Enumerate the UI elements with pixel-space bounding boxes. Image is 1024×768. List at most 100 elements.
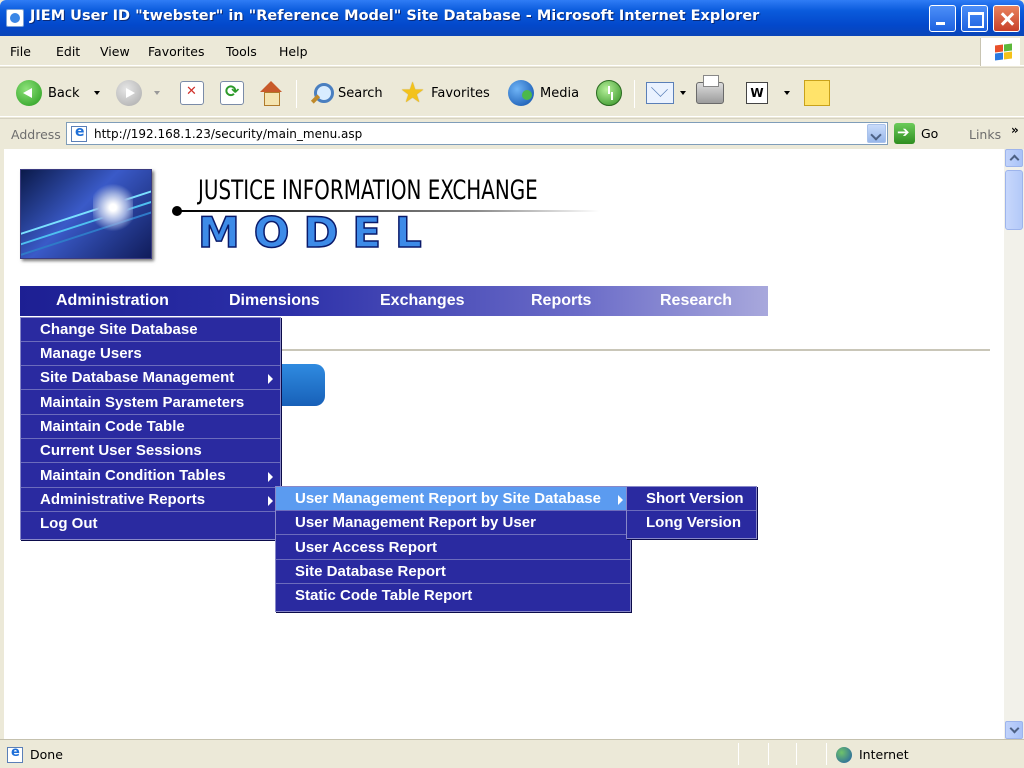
menu-file[interactable]: File — [10, 44, 31, 59]
status-text: Done — [30, 747, 63, 762]
scroll-down-button[interactable] — [1005, 721, 1023, 739]
menu-item-label: Static Code Table Report — [295, 587, 473, 604]
menu-static-code-table-report[interactable]: Static Code Table Report — [276, 584, 630, 608]
history-icon — [596, 80, 622, 106]
menu-maintain-code-table[interactable]: Maintain Code Table — [21, 415, 280, 439]
submenu-arrow-icon — [268, 496, 273, 506]
logo-image — [20, 169, 152, 259]
address-dropdown-icon[interactable] — [867, 124, 886, 143]
menu-item-label: Manage Users — [40, 345, 142, 362]
back-label: Back — [48, 85, 80, 101]
status-bar: Done Internet — [0, 739, 1024, 768]
menu-short-version[interactable]: Short Version — [627, 487, 756, 511]
back-dropdown-icon[interactable] — [93, 91, 100, 95]
menu-help[interactable]: Help — [279, 44, 308, 59]
menu-item-label: Change Site Database — [40, 321, 198, 338]
menu-item-label: Site Database Management — [40, 369, 235, 386]
menu-user-mgmt-report-by-site-db[interactable]: User Management Report by Site Database — [276, 487, 630, 511]
maximize-button[interactable] — [961, 5, 988, 32]
security-zone-text: Internet — [859, 747, 909, 762]
word-edit-icon: W — [746, 82, 768, 104]
menu-site-database-report[interactable]: Site Database Report — [276, 560, 630, 584]
main-nav: Administration Dimensions Exchanges Repo… — [20, 286, 768, 316]
internet-globe-icon — [836, 747, 852, 763]
forward-button[interactable] — [116, 78, 160, 108]
page-viewport: JUSTICE INFORMATION EXCHANGE MODEL Admin… — [4, 149, 1004, 739]
refresh-button[interactable] — [220, 78, 244, 108]
vertical-scrollbar[interactable] — [1004, 149, 1024, 739]
go-button[interactable]: Go — [894, 123, 938, 144]
nav-exchanges[interactable]: Exchanges — [380, 292, 464, 310]
windows-logo-icon — [980, 38, 1020, 66]
mail-dropdown-icon[interactable] — [680, 91, 686, 95]
nav-reports[interactable]: Reports — [531, 292, 591, 310]
submenu-arrow-icon — [268, 472, 273, 482]
forward-arrow-icon — [116, 80, 142, 106]
history-button[interactable] — [596, 78, 622, 108]
status-separator — [826, 743, 827, 765]
menu-site-database-management[interactable]: Site Database Management — [21, 366, 280, 390]
search-button[interactable]: Search — [308, 78, 383, 108]
edit-dropdown-icon[interactable] — [784, 91, 790, 95]
menu-item-label: User Management Report by User — [295, 514, 536, 531]
submenu-arrow-icon — [268, 374, 273, 384]
status-page-icon — [7, 745, 23, 763]
print-button[interactable] — [696, 75, 724, 108]
menu-item-label: Short Version — [646, 490, 744, 507]
address-input[interactable]: http://192.168.1.23/security/main_menu.a… — [66, 122, 888, 145]
administration-menu: Change Site Database Manage Users Site D… — [20, 317, 281, 540]
minimize-button[interactable] — [929, 5, 956, 32]
menu-item-label: Maintain Condition Tables — [40, 467, 226, 484]
mail-button[interactable] — [646, 78, 686, 108]
close-button[interactable] — [993, 5, 1020, 32]
forward-dropdown-icon[interactable] — [154, 91, 160, 95]
menu-edit[interactable]: Edit — [56, 44, 80, 59]
status-separator — [796, 743, 797, 765]
submenu-arrow-icon — [618, 495, 623, 505]
stop-button[interactable] — [180, 78, 204, 108]
refresh-icon — [220, 81, 244, 105]
menu-favorites[interactable]: Favorites — [148, 44, 204, 59]
links-button[interactable]: Links — [969, 127, 1001, 142]
title-bar: JIEM User ID "twebster" in "Reference Mo… — [0, 0, 1024, 36]
back-arrow-icon — [16, 80, 42, 106]
home-button[interactable] — [258, 78, 284, 108]
menu-user-access-report[interactable]: User Access Report — [276, 536, 630, 560]
mail-icon — [646, 82, 674, 104]
media-label: Media — [540, 85, 580, 101]
go-label: Go — [921, 126, 939, 141]
status-separator — [738, 743, 739, 765]
links-chevron-icon[interactable]: » — [1011, 123, 1019, 137]
menu-long-version[interactable]: Long Version — [627, 511, 756, 535]
menu-user-mgmt-report-by-user[interactable]: User Management Report by User — [276, 511, 630, 535]
edit-button[interactable]: W — [746, 78, 790, 108]
menu-log-out[interactable]: Log Out — [21, 512, 280, 536]
favorites-button[interactable]: ★ Favorites — [400, 78, 490, 108]
menu-item-label: Current User Sessions — [40, 442, 202, 459]
media-button[interactable]: Media — [508, 78, 579, 108]
scroll-up-button[interactable] — [1005, 149, 1023, 167]
menu-item-label: User Access Report — [295, 539, 438, 556]
menu-maintain-condition-tables[interactable]: Maintain Condition Tables — [21, 464, 280, 488]
menu-maintain-system-parameters[interactable]: Maintain System Parameters — [21, 391, 280, 415]
address-url[interactable]: http://192.168.1.23/security/main_menu.a… — [94, 127, 362, 141]
menu-view[interactable]: View — [100, 44, 130, 59]
menu-current-user-sessions[interactable]: Current User Sessions — [21, 439, 280, 463]
go-arrow-icon — [894, 123, 915, 144]
menu-tools[interactable]: Tools — [226, 44, 257, 59]
back-button[interactable]: Back — [16, 78, 100, 108]
page-icon — [71, 124, 87, 142]
menu-change-site-database[interactable]: Change Site Database — [21, 318, 280, 342]
menu-administrative-reports[interactable]: Administrative Reports — [21, 488, 280, 512]
nav-research[interactable]: Research — [660, 292, 732, 310]
menu-manage-users[interactable]: Manage Users — [21, 342, 280, 366]
search-icon — [308, 81, 334, 105]
nav-administration[interactable]: Administration — [56, 292, 169, 310]
messenger-button[interactable] — [804, 78, 830, 108]
standard-toolbar: Back Search ★ Favorites Media W — [0, 67, 1024, 117]
nav-dimensions[interactable]: Dimensions — [229, 292, 320, 310]
search-label: Search — [338, 85, 383, 101]
note-icon — [804, 80, 830, 106]
scroll-thumb[interactable] — [1005, 170, 1023, 230]
logo-model-text: MODEL — [197, 208, 436, 257]
